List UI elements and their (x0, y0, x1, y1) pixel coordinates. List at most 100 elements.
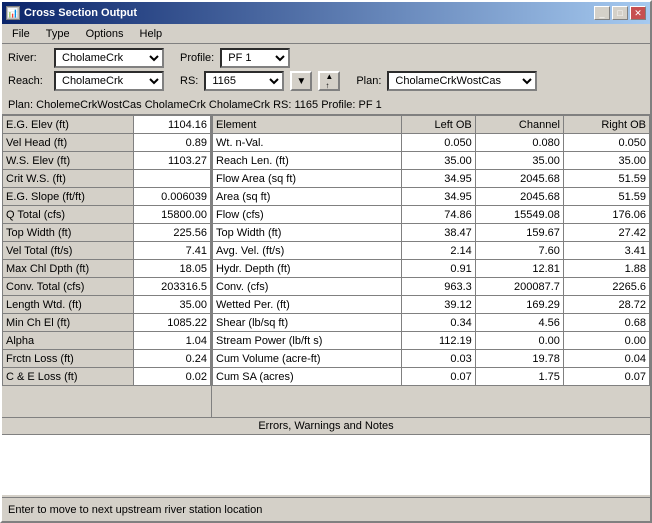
right-row-channel: 15549.08 (475, 206, 563, 224)
right-row-channel: 35.00 (475, 152, 563, 170)
left-row-label: Max Chl Dpth (ft) (3, 260, 134, 278)
right-row-left-ob: 34.95 (401, 188, 475, 206)
menu-help[interactable]: Help (132, 26, 171, 42)
left-row-value: 0.24 (134, 350, 211, 368)
right-row-left-ob: 74.86 (401, 206, 475, 224)
right-row-right-ob: 28.72 (563, 296, 649, 314)
right-table-row: Flow Area (sq ft)34.952045.6851.59 (213, 170, 650, 188)
right-row-left-ob: 0.07 (401, 368, 475, 386)
profile-select[interactable]: PF 1 (220, 48, 290, 68)
right-row-left-ob: 112.19 (401, 332, 475, 350)
plan-label: Plan: (356, 75, 381, 87)
left-table-row: Crit W.S. (ft) (3, 170, 211, 188)
right-table-row: Area (sq ft)34.952045.6851.59 (213, 188, 650, 206)
tables-row: E.G. Elev (ft)1104.16Vel Head (ft)0.89W.… (2, 115, 650, 417)
right-row-channel: 169.29 (475, 296, 563, 314)
right-row-channel: 19.78 (475, 350, 563, 368)
left-row-label: W.S. Elev (ft) (3, 152, 134, 170)
right-table-row: Hydr. Depth (ft)0.9112.811.88 (213, 260, 650, 278)
minimize-button[interactable]: _ (594, 6, 610, 20)
left-row-label: Crit W.S. (ft) (3, 170, 134, 188)
left-row-value (134, 170, 211, 188)
left-data-table: E.G. Elev (ft)1104.16Vel Head (ft)0.89W.… (2, 115, 211, 386)
right-table-row: Wetted Per. (ft)39.12169.2928.72 (213, 296, 650, 314)
col-left-ob: Left OB (401, 116, 475, 134)
right-row-right-ob: 0.050 (563, 134, 649, 152)
rs-label: RS: (180, 75, 198, 87)
right-row-channel: 12.81 (475, 260, 563, 278)
reach-label: Reach: (8, 75, 48, 87)
right-row-left-ob: 0.03 (401, 350, 475, 368)
right-row-element: Cum SA (acres) (213, 368, 402, 386)
maximize-button[interactable]: □ (612, 6, 628, 20)
river-label: River: (8, 52, 48, 64)
right-table-row: Flow (cfs)74.8615549.08176.06 (213, 206, 650, 224)
col-right-ob: Right OB (563, 116, 649, 134)
left-row-label: E.G. Elev (ft) (3, 116, 134, 134)
menu-bar: File Type Options Help (2, 24, 650, 44)
right-row-element: Flow (cfs) (213, 206, 402, 224)
toolbar-row-1: River: CholameCrk Profile: PF 1 (8, 48, 644, 68)
status-bar: Enter to move to next upstream river sta… (2, 497, 650, 521)
left-table-row: Length Wtd. (ft)35.00 (3, 296, 211, 314)
info-bar: Plan: CholemeCrkWostCas CholameCrk Chola… (2, 95, 650, 115)
right-row-channel: 1.75 (475, 368, 563, 386)
rs-select[interactable]: 1165 (204, 71, 284, 91)
left-row-value: 18.05 (134, 260, 211, 278)
right-row-channel: 7.60 (475, 242, 563, 260)
left-table-row: Q Total (cfs)15800.00 (3, 206, 211, 224)
left-table-row: Vel Total (ft/s)7.41 (3, 242, 211, 260)
right-row-left-ob: 34.95 (401, 170, 475, 188)
left-row-value: 1103.27 (134, 152, 211, 170)
right-row-left-ob: 2.14 (401, 242, 475, 260)
right-row-element: Flow Area (sq ft) (213, 170, 402, 188)
left-row-value: 225.56 (134, 224, 211, 242)
left-row-value: 1085.22 (134, 314, 211, 332)
right-table-row: Shear (lb/sq ft)0.344.560.68 (213, 314, 650, 332)
right-row-channel: 0.00 (475, 332, 563, 350)
main-window: 📊 Cross Section Output _ □ ✕ File Type O… (0, 0, 652, 523)
right-row-right-ob: 0.04 (563, 350, 649, 368)
right-row-left-ob: 35.00 (401, 152, 475, 170)
river-select[interactable]: CholameCrk (54, 48, 164, 68)
left-row-label: Min Ch El (ft) (3, 314, 134, 332)
right-row-left-ob: 0.91 (401, 260, 475, 278)
right-row-left-ob: 0.050 (401, 134, 475, 152)
left-row-label: Top Width (ft) (3, 224, 134, 242)
right-row-element: Wt. n-Val. (213, 134, 402, 152)
left-row-label: Alpha (3, 332, 134, 350)
menu-options[interactable]: Options (78, 26, 132, 42)
errors-section: Errors, Warnings and Notes (2, 417, 650, 497)
errors-body (2, 435, 650, 495)
right-row-right-ob: 51.59 (563, 188, 649, 206)
right-table-row: Stream Power (lb/ft s)112.190.000.00 (213, 332, 650, 350)
left-row-value: 0.006039 (134, 188, 211, 206)
right-table-row: Cum SA (acres)0.071.750.07 (213, 368, 650, 386)
right-row-element: Hydr. Depth (ft) (213, 260, 402, 278)
plan-select[interactable]: CholameCrkWostCas (387, 71, 537, 91)
right-row-right-ob: 3.41 (563, 242, 649, 260)
left-table-row: E.G. Slope (ft/ft)0.006039 (3, 188, 211, 206)
nav-down-button[interactable]: ▼ (290, 71, 312, 91)
right-row-right-ob: 1.88 (563, 260, 649, 278)
left-row-value: 35.00 (134, 296, 211, 314)
nav-up-button[interactable]: ▲↑ (318, 71, 340, 91)
right-table-row: Wt. n-Val.0.0500.0800.050 (213, 134, 650, 152)
reach-select[interactable]: CholameCrk (54, 71, 164, 91)
menu-type[interactable]: Type (38, 26, 78, 42)
tables-area: E.G. Elev (ft)1104.16Vel Head (ft)0.89W.… (2, 115, 650, 497)
right-row-element: Shear (lb/sq ft) (213, 314, 402, 332)
left-table-row: W.S. Elev (ft)1103.27 (3, 152, 211, 170)
right-row-right-ob: 51.59 (563, 170, 649, 188)
toolbar-row-2: Reach: CholameCrk RS: 1165 ▼ ▲↑ Plan: Ch… (8, 71, 644, 91)
menu-file[interactable]: File (4, 26, 38, 42)
profile-label: Profile: (180, 52, 214, 64)
left-table: E.G. Elev (ft)1104.16Vel Head (ft)0.89W.… (2, 115, 212, 417)
close-button[interactable]: ✕ (630, 6, 646, 20)
right-table-row: Avg. Vel. (ft/s)2.147.603.41 (213, 242, 650, 260)
app-icon: 📊 (6, 6, 20, 20)
left-row-label: C & E Loss (ft) (3, 368, 134, 386)
right-row-channel: 200087.7 (475, 278, 563, 296)
left-row-label: Frctn Loss (ft) (3, 350, 134, 368)
col-element: Element (213, 116, 402, 134)
